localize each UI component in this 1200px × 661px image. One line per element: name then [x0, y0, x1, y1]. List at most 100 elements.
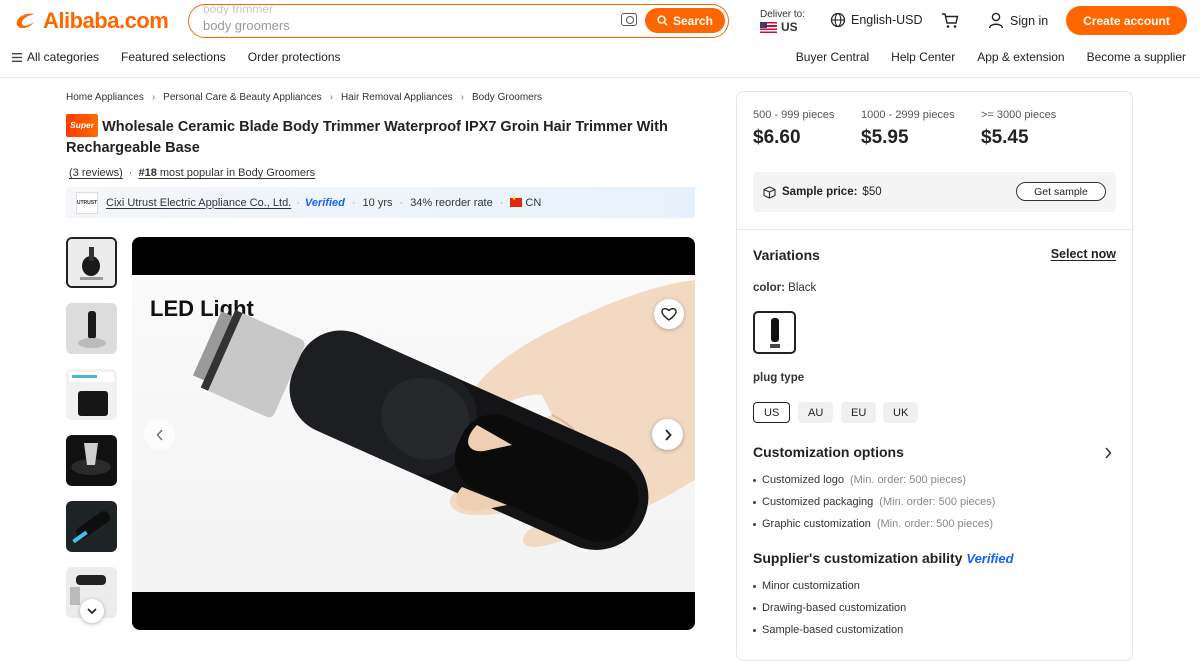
language-selector[interactable]: English-USD — [830, 12, 923, 28]
thumbnail-4[interactable] — [66, 435, 117, 486]
thumbnail-5[interactable] — [66, 501, 117, 552]
product-image-canvas: LED Light — [132, 275, 695, 592]
price-tier-qty: 500 - 999 pieces — [753, 109, 835, 121]
user-icon — [988, 12, 1004, 29]
nav-buyer-central[interactable]: Buyer Central — [796, 50, 869, 64]
breadcrumb-item[interactable]: Personal Care & Beauty Appliances — [163, 92, 321, 103]
thumbnail-2[interactable] — [66, 303, 117, 354]
chevron-right-icon — [664, 428, 672, 441]
search-input[interactable]: body groomers — [203, 18, 290, 33]
breadcrumb-item[interactable]: Hair Removal Appliances — [341, 92, 453, 103]
price-tier-price: $5.95 — [861, 127, 909, 148]
product-title: Super Wholesale Ceramic Blade Body Trimme… — [66, 114, 696, 159]
globe-icon — [830, 12, 846, 28]
nav-help-center[interactable]: Help Center — [891, 50, 955, 64]
customization-options-title[interactable]: Customization options — [753, 444, 904, 460]
cart-icon — [942, 13, 959, 28]
verified-badge: Verified — [966, 551, 1014, 566]
alibaba-logo[interactable]: Alibaba.com — [13, 8, 169, 34]
supplier-logo[interactable]: UTRUST — [76, 191, 98, 214]
alibaba-logo-icon — [16, 13, 35, 29]
sign-in-link[interactable]: Sign in — [988, 12, 1048, 29]
main-product-image[interactable]: LED Light — [132, 237, 695, 630]
search-bar[interactable]: body trimmer body groomers Search — [188, 4, 729, 38]
chevron-right-icon[interactable] — [1104, 447, 1112, 459]
plug-option-eu[interactable]: EU — [841, 402, 877, 423]
logo-text: Alibaba.com — [43, 8, 169, 33]
box-icon — [763, 185, 776, 199]
product-thumbnail-image — [66, 435, 117, 486]
trimmer-swatch-image — [769, 317, 780, 348]
product-title-text: Wholesale Ceramic Blade Body Trimmer Wat… — [66, 119, 668, 156]
chevron-right-icon: › — [329, 92, 333, 103]
deliver-to[interactable]: Deliver to: US — [760, 8, 805, 34]
camera-icon[interactable] — [621, 13, 637, 26]
nav-all-categories-label: All categories — [27, 50, 100, 64]
nav-all-categories[interactable]: All categories — [12, 50, 99, 64]
thumbnails-scroll-down-button[interactable] — [80, 599, 104, 623]
menu-icon — [12, 52, 22, 62]
reviews-link[interactable]: (3 reviews) — [69, 167, 123, 179]
create-account-button[interactable]: Create account — [1066, 6, 1187, 35]
nav-order-protections[interactable]: Order protections — [248, 50, 341, 64]
deliver-country: US — [781, 20, 798, 34]
select-now-link[interactable]: Select now — [1051, 247, 1116, 261]
separator-dot: · — [351, 196, 356, 209]
separator-dot: · — [296, 196, 300, 209]
product-thumbnail-image — [66, 303, 117, 354]
nav-app-extension[interactable]: App & extension — [977, 50, 1064, 64]
color-label: color: — [753, 282, 785, 294]
product-thumbnail-image — [68, 239, 115, 286]
ranking-link[interactable]: #18 most popular in Body Groomers — [138, 167, 315, 179]
thumbnail-3[interactable] — [66, 369, 117, 420]
super-badge: Super — [66, 114, 99, 137]
search-button-label: Search — [672, 13, 714, 28]
price-tier: >= 3000 pieces $5.45 — [981, 109, 1056, 149]
favorite-button[interactable] — [654, 299, 684, 329]
nav-become-supplier[interactable]: Become a supplier — [1087, 50, 1186, 64]
reviews-row: (3 reviews) · #18 most popular in Body G… — [69, 167, 315, 179]
sign-in-label: Sign in — [1010, 13, 1049, 28]
get-sample-button[interactable]: Get sample — [1016, 182, 1106, 201]
variations-title: Variations — [753, 247, 820, 263]
nav-left: All categories Featured selections Order… — [12, 50, 341, 64]
heart-icon — [661, 307, 677, 321]
price-tier-price: $6.60 — [753, 127, 801, 148]
color-swatch-black[interactable] — [753, 311, 796, 354]
verified-badge[interactable]: Verified — [305, 197, 345, 209]
search-icon — [657, 15, 668, 26]
color-value: Black — [788, 282, 817, 294]
customization-item: Graphic customization (Min. order: 500 pi… — [753, 513, 995, 535]
supplier-ability-list: Minor customization Drawing-based custom… — [753, 575, 906, 641]
language-label: English-USD — [851, 13, 923, 27]
china-flag-icon — [510, 195, 523, 207]
ability-item: Drawing-based customization — [753, 597, 906, 619]
plug-option-us[interactable]: US — [753, 402, 791, 423]
customization-item: Customized packaging (Min. order: 500 pie… — [753, 491, 995, 513]
supplier-years: 10 yrs — [362, 196, 393, 209]
price-tier: 500 - 999 pieces $6.60 — [753, 109, 834, 149]
rank-number: #18 — [138, 167, 157, 179]
chevron-down-icon — [87, 607, 97, 614]
top-header: Alibaba.com body trimmer body groomers S… — [0, 0, 1200, 78]
nav-featured-selections[interactable]: Featured selections — [121, 50, 226, 64]
product-thumbnail-image — [66, 501, 117, 552]
cart-button[interactable] — [941, 12, 959, 34]
plug-option-uk[interactable]: UK — [883, 402, 919, 423]
sample-price-box: Sample price: $50 Get sample — [753, 172, 1116, 212]
breadcrumb-item[interactable]: Home Appliances — [66, 92, 144, 103]
supplier-name-link[interactable]: Cixi Utrust Electric Appliance Co., Ltd. — [106, 197, 291, 209]
next-image-button[interactable] — [652, 419, 683, 450]
customization-list: Customized logo (Min. order: 500 pieces) … — [753, 469, 995, 535]
separator-dot: · — [399, 196, 404, 209]
thumbnail-1[interactable] — [66, 237, 117, 288]
plug-option-au[interactable]: AU — [798, 402, 834, 423]
supplier-ability-title: Supplier's customization ability Verifie… — [753, 550, 1014, 566]
price-tier-qty: >= 3000 pieces — [981, 109, 1057, 121]
supplier-country: CN — [525, 196, 542, 209]
supplier-ability-title-text: Supplier's customization ability — [753, 550, 963, 566]
breadcrumb-item[interactable]: Body Groomers — [472, 92, 542, 103]
prev-image-button[interactable] — [144, 419, 175, 450]
search-button[interactable]: Search — [645, 8, 725, 33]
chevron-right-icon: › — [151, 92, 156, 103]
